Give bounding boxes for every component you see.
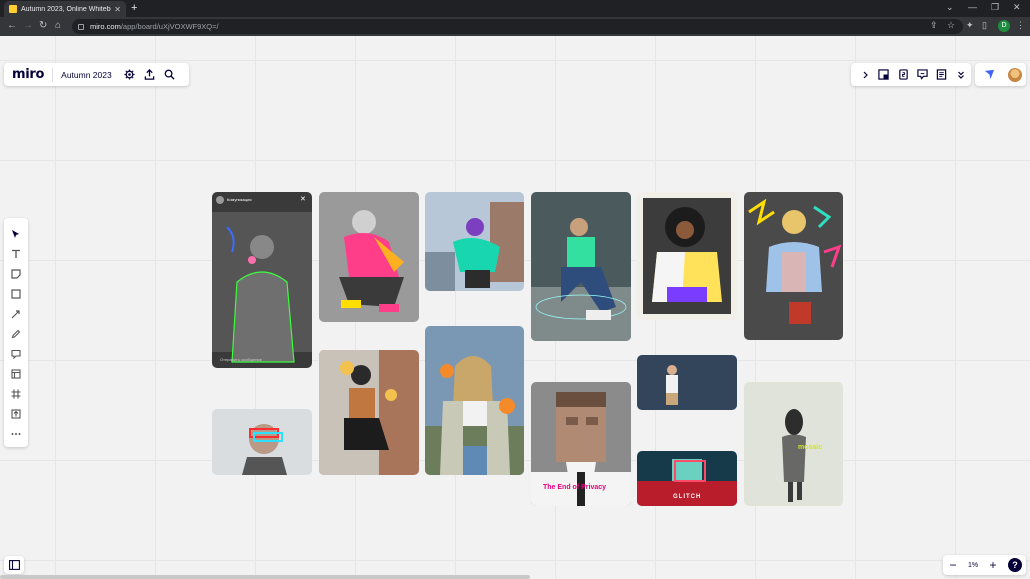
glitch-poster-label: GLITCH <box>673 494 702 500</box>
divider <box>52 67 54 82</box>
comment-icon[interactable] <box>913 65 932 85</box>
image-glitch-man[interactable] <box>212 409 312 475</box>
image-story-portrait[interactable]: Комуникация ✕ Отправить сообщение <box>212 192 312 368</box>
frame-tool-icon[interactable] <box>6 384 26 404</box>
zoom-out-icon[interactable]: − <box>947 558 959 572</box>
image-sitting-colorful[interactable] <box>319 192 419 322</box>
tab-title: Autumn 2023, Online Whiteboar... <box>21 5 111 13</box>
zoom-controls: − 1% + ? <box>943 555 1026 575</box>
collaboration-panel <box>975 63 1026 86</box>
image-mosaic-poster[interactable]: mosaic <box>744 382 843 506</box>
lock-icon <box>78 23 84 30</box>
upload-tool-icon[interactable] <box>6 404 26 424</box>
new-tab-icon[interactable]: + <box>131 2 137 14</box>
close-window-icon[interactable]: ✕ <box>1013 2 1021 13</box>
sidebar-icon[interactable]: ▯ <box>982 20 987 31</box>
minimize-icon[interactable]: — <box>968 2 977 12</box>
privacy-poster-title: The End of Privacy <box>543 484 607 491</box>
url-text: miro.com/app/board/uXjVOXWF9XQ=/ <box>90 22 219 31</box>
search-icon[interactable] <box>160 65 180 85</box>
browser-tab-bar: Autumn 2023, Online Whiteboar... ✕ + ⌄ —… <box>0 0 1030 17</box>
sticky-note-tool-icon[interactable] <box>6 264 26 284</box>
image-end-of-privacy[interactable]: The End of Privacy <box>531 382 631 506</box>
pen-tool-icon[interactable] <box>6 324 26 344</box>
image-blonde-zigzag[interactable] <box>744 192 843 340</box>
tab-close-icon[interactable]: ✕ <box>114 5 121 14</box>
maximize-icon[interactable]: ❐ <box>991 2 999 13</box>
browser-toolbar: ← → ↻ ⌂ miro.com/app/board/uXjVOXWF9XQ=/… <box>0 17 1030 36</box>
chrome-menu-icon[interactable]: ⋮ <box>1016 20 1025 31</box>
more-tools-icon[interactable] <box>6 424 26 444</box>
user-avatar[interactable] <box>1007 67 1022 82</box>
sidebar-panel-icon <box>8 560 20 570</box>
mosaic-poster-word: mosaic <box>798 444 823 451</box>
extensions-icon[interactable]: ✦ <box>966 20 974 31</box>
comment-tool-icon[interactable] <box>6 344 26 364</box>
image-sitting-skater[interactable] <box>531 192 631 341</box>
export-upload-icon[interactable] <box>140 65 160 85</box>
notes-icon[interactable] <box>932 65 951 85</box>
shape-tool-icon[interactable] <box>6 284 26 304</box>
text-tool-icon[interactable] <box>6 244 26 264</box>
forward-icon[interactable]: → <box>23 20 33 31</box>
zoom-in-icon[interactable]: + <box>987 558 999 572</box>
back-icon[interactable]: ← <box>7 20 17 31</box>
sticky-note-icon[interactable] <box>874 65 893 85</box>
browser-tab[interactable]: Autumn 2023, Online Whiteboar... ✕ <box>4 1 126 17</box>
zoom-level[interactable]: 1% <box>968 562 978 569</box>
board-canvas[interactable] <box>0 36 1030 579</box>
bookmark-star-icon[interactable]: ☆ <box>947 20 955 31</box>
board-name[interactable]: Autumn 2023 <box>61 70 112 80</box>
profile-avatar[interactable]: D <box>998 20 1010 32</box>
horizontal-scrollbar[interactable] <box>0 575 530 579</box>
image-glitch-poster[interactable]: GLITCH <box>637 451 737 506</box>
miro-favicon <box>9 5 17 13</box>
double-chevron-down-icon[interactable] <box>952 65 971 85</box>
board-header-panel: miro Autumn 2023 <box>4 63 189 86</box>
settings-gear-icon[interactable] <box>120 65 140 85</box>
frame-template-icon[interactable] <box>6 364 26 384</box>
address-bar[interactable]: miro.com/app/board/uXjVOXWF9XQ=/ <box>72 19 963 34</box>
help-button[interactable]: ? <box>1007 558 1022 572</box>
image-flower-brick[interactable] <box>319 350 419 475</box>
home-icon[interactable]: ⌂ <box>55 20 61 31</box>
board-tools-panel <box>851 63 971 86</box>
story-message-text: Отправить сообщение <box>220 357 262 362</box>
story-username: Комуникация <box>227 197 252 202</box>
frames-panel-toggle[interactable] <box>4 556 24 574</box>
tab-search-icon[interactable]: ⌄ <box>946 2 954 13</box>
story-close-icon: ✕ <box>300 196 306 203</box>
reactions-flag-icon[interactable] <box>979 65 999 85</box>
miro-logo[interactable]: miro <box>12 67 44 82</box>
image-teal-jacket[interactable] <box>425 192 524 291</box>
image-orange-flowers[interactable] <box>425 326 524 475</box>
connector-line-icon[interactable] <box>6 304 26 324</box>
image-curly-hair-illustrated[interactable] <box>637 192 737 320</box>
reload-icon[interactable]: ↻ <box>39 20 47 31</box>
chevron-right-icon[interactable] <box>855 65 874 85</box>
share-page-icon[interactable]: ⇪ <box>930 20 938 31</box>
creation-toolbar <box>4 218 28 447</box>
image-dark-blue-figure[interactable] <box>637 355 737 410</box>
select-cursor-icon[interactable] <box>6 224 26 244</box>
timer-icon[interactable] <box>894 65 913 85</box>
